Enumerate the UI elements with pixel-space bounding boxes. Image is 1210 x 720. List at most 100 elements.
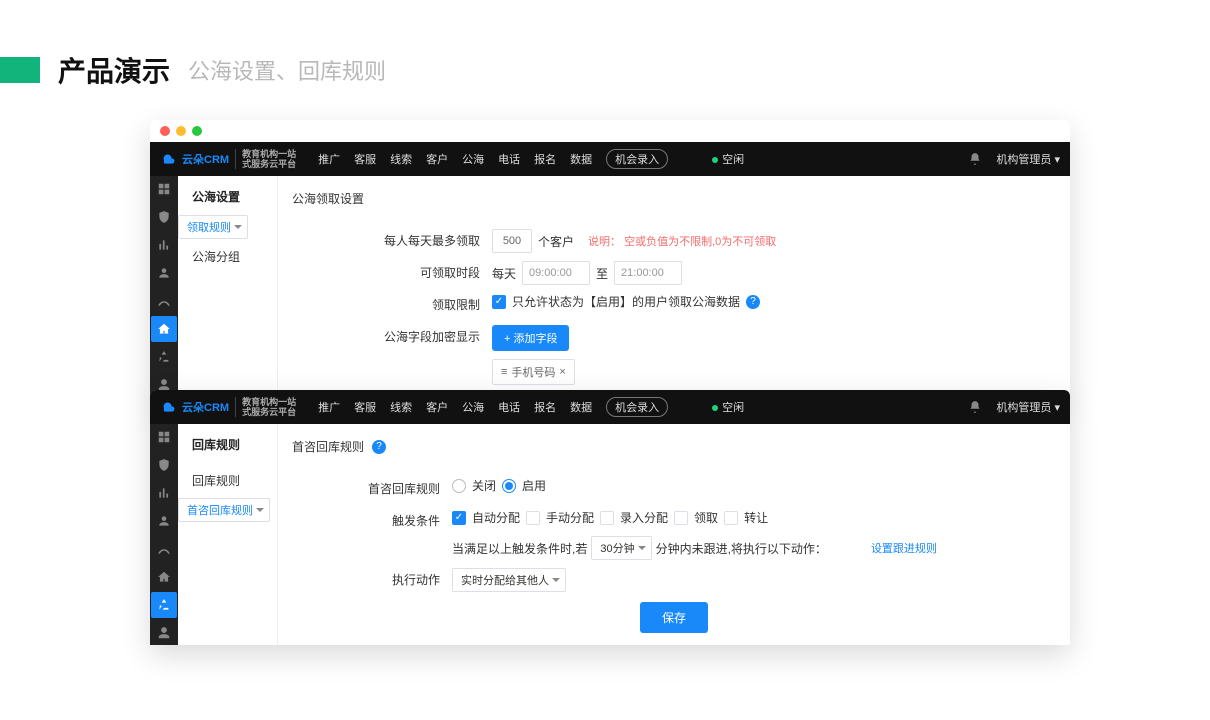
- label-action: 执行动作: [292, 568, 452, 592]
- nav-item[interactable]: 客服: [354, 151, 376, 167]
- nav-item[interactable]: 公海: [462, 151, 484, 167]
- chart-icon[interactable]: [157, 486, 171, 500]
- minimize-dot[interactable]: [176, 126, 186, 136]
- brand-subtext: 教育机构一站 式服务云平台: [235, 149, 296, 169]
- trig-opt-label: 手动分配: [546, 509, 594, 526]
- brand-logo[interactable]: 云朵CRM 教育机构一站 式服务云平台: [160, 149, 296, 169]
- slide-subtitle: 公海设置、回库规则: [188, 54, 386, 86]
- content-title: 首咨回库规则 ?: [292, 434, 1056, 469]
- nav-item[interactable]: 电话: [498, 151, 520, 167]
- nav-item[interactable]: 数据: [570, 151, 592, 167]
- limit-text: 只允许状态为【启用】的用户领取公海数据: [512, 293, 740, 310]
- link-set-follow-rule[interactable]: 设置跟进规则: [871, 540, 937, 556]
- select-action[interactable]: 实时分配给其他人: [452, 568, 566, 592]
- close-dot[interactable]: [160, 126, 170, 136]
- nav-item[interactable]: 报名: [534, 151, 556, 167]
- window-return-rule: 云朵CRM 教育机构一站 式服务云平台 推广 客服 线索 客户 公海 电话 报名…: [150, 390, 1070, 645]
- sidebar-item-first-return[interactable]: 首咨回库规则: [178, 498, 270, 522]
- checkbox-trig-2[interactable]: [600, 511, 614, 525]
- nav-items: 推广 客服 线索 客户 公海 电话 报名 数据: [318, 151, 592, 167]
- trig-opt-label: 录入分配: [620, 509, 668, 526]
- chart-icon[interactable]: [157, 238, 171, 252]
- label-time-range: 可领取时段: [292, 261, 492, 285]
- button-add-field[interactable]: + 添加字段: [492, 325, 569, 351]
- checkbox-trig-0[interactable]: ✓: [452, 511, 466, 525]
- help-icon[interactable]: ?: [372, 440, 386, 454]
- content-title: 公海领取设置: [292, 186, 1056, 221]
- nav-item[interactable]: 推广: [318, 151, 340, 167]
- radio-on-label: 启用: [522, 477, 546, 494]
- bell-icon[interactable]: [968, 400, 982, 414]
- cond-post: 分钟内未跟进,将执行以下动作：: [656, 540, 827, 557]
- checkbox-trig-3[interactable]: [674, 511, 688, 525]
- grid-icon[interactable]: [157, 182, 171, 196]
- top-nav: 云朵CRM 教育机构一站 式服务云平台 推广 客服 线索 客户 公海 电话 报名…: [150, 390, 1070, 424]
- sidebar: 回库规则 回库规则 首咨回库规则: [178, 424, 278, 645]
- brand-subtext: 教育机构一站 式服务云平台: [235, 397, 296, 417]
- select-minutes[interactable]: 30分钟: [591, 536, 651, 560]
- tag-phone[interactable]: ≡ 手机号码 ×: [492, 359, 575, 385]
- mac-traffic-lights: [150, 120, 1070, 142]
- home-icon[interactable]: [157, 570, 171, 584]
- trig-opt-label: 自动分配: [472, 509, 520, 526]
- brand-text: 云朵CRM: [182, 399, 229, 415]
- unit-text: 个客户: [538, 233, 574, 250]
- content-area: 公海领取设置 每人每天最多领取 500 个客户 说明： 空或负值为不限制,0为不…: [278, 176, 1070, 400]
- sidebar-item-pool-group[interactable]: 公海分组: [178, 239, 277, 274]
- nav-item[interactable]: 客户: [426, 151, 448, 167]
- nav-item[interactable]: 客户: [426, 399, 448, 415]
- drag-icon: ≡: [501, 366, 507, 378]
- input-time-from[interactable]: 09:00:00: [522, 261, 590, 285]
- left-rail: [150, 424, 178, 645]
- checkbox-limit[interactable]: ✓: [492, 295, 506, 309]
- input-time-to[interactable]: 21:00:00: [614, 261, 682, 285]
- nav-item[interactable]: 推广: [318, 399, 340, 415]
- shield-icon[interactable]: [157, 458, 171, 472]
- sidebar-item-claim-rule[interactable]: 领取规则: [178, 215, 248, 239]
- person-icon[interactable]: [157, 626, 171, 640]
- bell-icon[interactable]: [968, 152, 982, 166]
- label-rule-enable: 首咨回库规则: [292, 477, 452, 501]
- radio-off[interactable]: [452, 479, 466, 493]
- trig-opt-label: 领取: [694, 509, 718, 526]
- nav-item[interactable]: 客服: [354, 399, 376, 415]
- nav-item[interactable]: 线索: [390, 151, 412, 167]
- status-dot-icon: [712, 405, 718, 411]
- checkbox-trig-4[interactable]: [724, 511, 738, 525]
- close-icon[interactable]: ×: [559, 366, 565, 378]
- accent-bar: [0, 57, 40, 83]
- signal-icon[interactable]: [157, 542, 171, 556]
- nav-item[interactable]: 公海: [462, 399, 484, 415]
- nav-pill-opportunity[interactable]: 机会录入: [606, 149, 668, 169]
- status-indicator: 空闲: [712, 399, 744, 415]
- nav-item[interactable]: 线索: [390, 399, 412, 415]
- checkbox-trig-1[interactable]: [526, 511, 540, 525]
- user-menu[interactable]: 机构管理员 ▾: [996, 151, 1060, 167]
- cond-pre: 当满足以上触发条件时,若: [452, 540, 587, 557]
- zoom-dot[interactable]: [192, 126, 202, 136]
- save-button[interactable]: 保存: [640, 602, 708, 633]
- slide-header: 产品演示 公海设置、回库规则: [0, 0, 1210, 90]
- window-public-pool: 云朵CRM 教育机构一站 式服务云平台 推广 客服 线索 客户 公海 电话 报名…: [150, 120, 1070, 400]
- shield-icon[interactable]: [157, 210, 171, 224]
- nav-item[interactable]: 电话: [498, 399, 520, 415]
- radio-on[interactable]: [502, 479, 516, 493]
- user-icon[interactable]: [157, 266, 171, 280]
- nav-items: 推广 客服 线索 客户 公海 电话 报名 数据: [318, 399, 592, 415]
- signal-icon[interactable]: [157, 294, 171, 308]
- grid-icon[interactable]: [157, 430, 171, 444]
- nav-item[interactable]: 报名: [534, 399, 556, 415]
- nav-item[interactable]: 数据: [570, 399, 592, 415]
- daily-text: 每天: [492, 265, 516, 282]
- recycle-icon[interactable]: [157, 350, 171, 364]
- brand-logo[interactable]: 云朵CRM 教育机构一站 式服务云平台: [160, 397, 296, 417]
- user-menu[interactable]: 机构管理员 ▾: [996, 399, 1060, 415]
- home-icon[interactable]: [151, 316, 177, 342]
- nav-pill-opportunity[interactable]: 机会录入: [606, 397, 668, 417]
- user-icon[interactable]: [157, 514, 171, 528]
- sidebar-item-return-rule[interactable]: 回库规则: [178, 463, 277, 498]
- to-text: 至: [596, 265, 608, 282]
- input-max-claim[interactable]: 500: [492, 229, 532, 253]
- recycle-icon[interactable]: [151, 592, 177, 618]
- help-icon[interactable]: ?: [746, 295, 760, 309]
